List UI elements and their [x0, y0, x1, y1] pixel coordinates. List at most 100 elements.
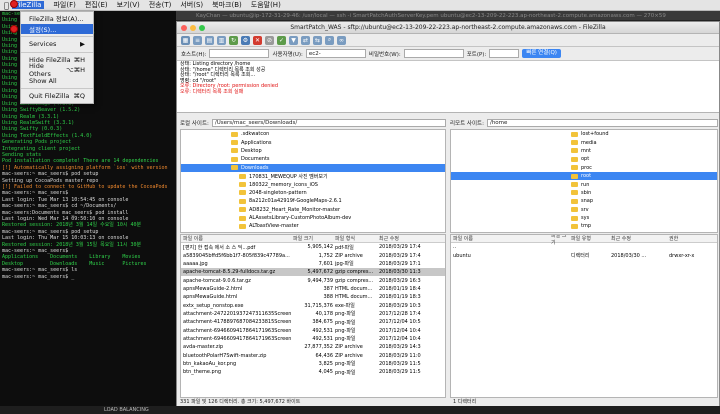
- site-manager-icon[interactable]: ▦: [181, 35, 190, 45]
- password-input[interactable]: [403, 49, 464, 58]
- folder-icon: [231, 156, 238, 162]
- quickconnect-button[interactable]: 빠른 연결(Q): [522, 49, 561, 58]
- remote-file-list[interactable]: 파일 이름 파일 크기 파일 유형 최근 수정 권한.. ubuntu 디렉터리 2018/0…: [450, 234, 718, 398]
- remote-tree[interactable]: lost+found media mnt opt proc root run sbin snap…: [450, 129, 718, 233]
- file-row[interactable]: avda-master.zip 27,877,352 ZIP archive 2018…: [181, 343, 445, 351]
- tree-node[interactable]: sbin: [451, 189, 717, 197]
- minimize-icon[interactable]: [190, 25, 196, 31]
- tree-node[interactable]: proc: [451, 164, 717, 172]
- host-input[interactable]: [209, 49, 270, 58]
- file-row[interactable]: ubuntu 디렉터리 2018/03/30 ... drwxr-xr-x: [451, 251, 717, 260]
- toggle-log-icon[interactable]: ≡: [193, 35, 202, 45]
- tree-node[interactable]: sys: [451, 214, 717, 222]
- tree-node[interactable]: 2048-singleton-pattern: [181, 189, 445, 197]
- tree-node[interactable]: mnt: [451, 147, 717, 155]
- file-row[interactable]: attachment-6946609417864171963Screen... 4…: [181, 335, 445, 343]
- file-row[interactable]: ..: [451, 243, 717, 251]
- tree-node[interactable]: AD8232_Heart_Rate_Monitor-master: [181, 206, 445, 214]
- search-icon[interactable]: ⌕: [325, 35, 334, 45]
- user-input[interactable]: ec2-: [305, 49, 366, 58]
- app-menu-item[interactable]: FileZilla 정보(A)...: [21, 13, 93, 24]
- menu-item[interactable]: 북마크(B): [212, 0, 242, 10]
- folder-icon: [231, 131, 238, 137]
- toggle-tree-icon[interactable]: ▤: [205, 35, 214, 45]
- tree-node[interactable]: Documents: [181, 155, 445, 163]
- file-row[interactable]: apache-tomcat-9.0.6.tar.gz 9,494,739 gzip …: [181, 276, 445, 284]
- menu-item[interactable]: 서버(S): [180, 0, 203, 10]
- column-header[interactable]: 파일 크기: [549, 235, 569, 246]
- tree-node[interactable]: Downloads: [181, 163, 445, 172]
- app-menu-item[interactable]: Services ▶: [21, 39, 93, 50]
- column-header[interactable]: 최근 수정: [609, 235, 667, 242]
- file-row[interactable]: apnsMewaGuide.html 388 HTML docum... 2018/0…: [181, 293, 445, 301]
- sync-browse-icon[interactable]: ⇆: [313, 35, 322, 45]
- tree-node[interactable]: ALAssetsLibrary-CustomPhotoAlbum-dev: [181, 214, 445, 222]
- local-tree[interactable]: .sdkwatcon Applications Desktop Documents Do…: [180, 129, 446, 233]
- tree-node[interactable]: media: [451, 138, 717, 146]
- column-header[interactable]: 파일 이름: [451, 235, 549, 242]
- reconnect-icon[interactable]: ✓: [277, 35, 286, 45]
- file-row[interactable]: attachment-2472201937247311635Screen... 4…: [181, 310, 445, 318]
- apple-icon[interactable]: : [4, 1, 9, 10]
- file-row[interactable]: a5839045bffd5f6bb1f7-805f839c47789a... 1,…: [181, 251, 445, 259]
- tree-node[interactable]: 170831_MEWEQUP 사진 멤버보기: [181, 172, 445, 180]
- local-file-list[interactable]: 파일 이름 파일 크기 파일 형식 최근 수정 [편지] 한 접속 에서 소 스 딕..…: [180, 234, 446, 398]
- tree-node[interactable]: run: [451, 180, 717, 188]
- column-header[interactable]: 권한: [667, 235, 711, 242]
- tree-node[interactable]: snap: [451, 197, 717, 205]
- compare-icon[interactable]: ⇄: [301, 35, 310, 45]
- app-menu-item-label: FileZilla 정보(A)...: [29, 15, 84, 24]
- disconnect-icon[interactable]: ⊘: [265, 35, 274, 45]
- column-header[interactable]: 최근 수정: [377, 235, 439, 242]
- menu-item[interactable]: 전송(T): [149, 0, 172, 10]
- tree-node[interactable]: ALToastView-master: [181, 222, 445, 230]
- zoom-icon[interactable]: [199, 25, 205, 31]
- file-row[interactable]: bluetoothPolarH7Swift-master.zip 64,436 ZI…: [181, 351, 445, 359]
- file-row[interactable]: attachment-6946609417864171963Screen... 4…: [181, 326, 445, 335]
- tree-node[interactable]: root: [451, 171, 717, 181]
- tree-node[interactable]: lost+found: [451, 130, 717, 138]
- local-path-input[interactable]: /Users/mac_seers/Downloads/: [211, 118, 446, 127]
- refresh-icon[interactable]: ↻: [229, 35, 238, 45]
- tree-node[interactable]: opt: [451, 155, 717, 163]
- app-menu-item[interactable]: Quit FileZilla ⌘Q: [21, 91, 93, 102]
- file-row[interactable]: apnsMewaGuide-2.html 387 HTML docum... 2018…: [181, 285, 445, 293]
- folder-icon: [571, 173, 578, 179]
- folder-icon: [571, 165, 578, 171]
- process-queue-icon[interactable]: ⚙: [241, 35, 250, 45]
- toggle-remote-tree-icon[interactable]: ▥: [217, 35, 226, 45]
- file-row[interactable]: btn_theme.png 4,045 png-파일 2018/03/29 11:5: [181, 368, 445, 376]
- file-row[interactable]: [편지] 한 접속 에서 소 스 딕...pdf 5,905,142 pdf-파일 2…: [181, 243, 445, 251]
- column-header[interactable]: 파일 크기: [291, 235, 333, 242]
- tree-node[interactable]: .sdkwatcon: [181, 130, 445, 138]
- app-menu-item[interactable]: 설정(S)...: [21, 23, 93, 34]
- file-row[interactable]: aaaaa.jpg 7,601 jpg-파일 2018/03/29 17:1: [181, 260, 445, 268]
- tree-node[interactable]: 8a212c01a42919f-GoogleMaps-2.6.1: [181, 197, 445, 205]
- file-row[interactable]: extx_setup_nonstop.exe 31,715,376 exe-파일 20…: [181, 301, 445, 310]
- column-header[interactable]: 파일 유형: [569, 235, 609, 242]
- tree-node-label: 170831_MEWEQUP 사진 멤버보기: [249, 173, 328, 180]
- filter-icon[interactable]: ▼: [289, 35, 298, 45]
- app-menu-item[interactable]: Hide Others ⌥⌘H: [21, 62, 93, 78]
- tree-node-label: Downloads: [241, 164, 269, 171]
- file-cell: 384,675: [312, 319, 333, 326]
- menu-item[interactable]: 도움말(H): [251, 0, 281, 10]
- close-icon[interactable]: [181, 25, 187, 31]
- binoculars-icon[interactable]: ∞: [337, 35, 346, 45]
- file-row[interactable]: apache-tomcat-8.5.29-fulldocs.tar.gz 5,49…: [181, 268, 445, 277]
- remote-path-input[interactable]: /home: [486, 118, 718, 127]
- tree-node[interactable]: Applications: [181, 138, 445, 146]
- file-row[interactable]: attachment-4178897687084233815Screen... 3…: [181, 318, 445, 326]
- menu-item[interactable]: 파일(F): [53, 0, 75, 10]
- column-header[interactable]: 파일 형식: [333, 235, 377, 242]
- tree-node[interactable]: Desktop: [181, 147, 445, 155]
- column-header[interactable]: 파일 이름: [181, 235, 291, 242]
- menu-item[interactable]: 보기(V): [117, 0, 140, 10]
- cancel-icon[interactable]: ✕: [253, 35, 262, 45]
- tree-node[interactable]: srv: [451, 206, 717, 214]
- file-row[interactable]: btn_kakaoAu_kor.png 3,825 png-파일 2018/03/29…: [181, 360, 445, 368]
- tree-node[interactable]: tmp: [451, 222, 717, 230]
- menu-item[interactable]: 편집(E): [85, 0, 108, 10]
- port-input[interactable]: [489, 49, 520, 58]
- tree-node[interactable]: 180322_memory_icons_iOS: [181, 180, 445, 188]
